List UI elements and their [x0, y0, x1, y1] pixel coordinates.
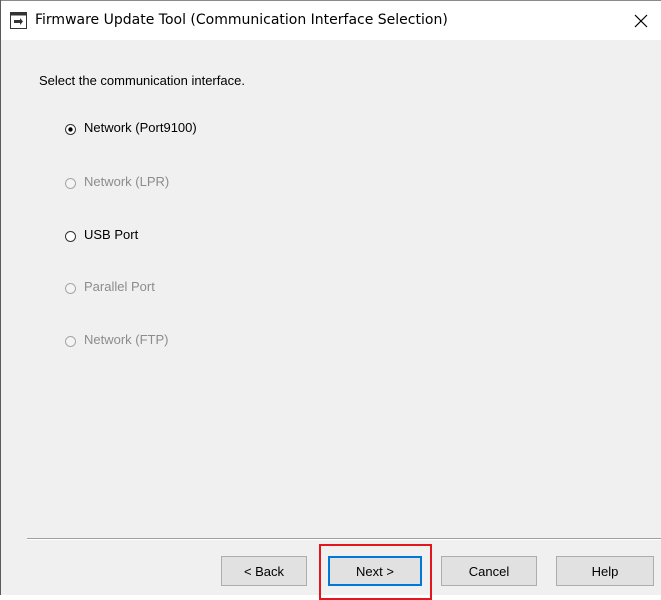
radio-button-icon [65, 176, 76, 189]
title-bar: Firmware Update Tool (Communication Inte… [1, 0, 661, 40]
radio-button-icon [65, 281, 76, 294]
instruction-text: Select the communication interface. [39, 73, 245, 88]
radio-usb-port[interactable]: USB Port [65, 224, 138, 244]
radio-button-icon [65, 229, 76, 242]
footer-separator [27, 538, 661, 540]
app-update-icon [10, 12, 27, 29]
help-button[interactable]: Help [556, 556, 654, 586]
radio-button-icon [65, 122, 76, 135]
radio-label: Network (LPR) [84, 173, 170, 189]
dialog-window: Firmware Update Tool (Communication Inte… [0, 0, 661, 600]
radio-parallel-port[interactable]: Parallel Port [65, 276, 155, 296]
back-button[interactable]: < Back [221, 556, 307, 586]
cancel-button[interactable]: Cancel [441, 556, 537, 586]
close-button[interactable] [621, 1, 661, 40]
radio-network-port9100[interactable]: Network (Port9100) [65, 117, 197, 137]
window-title: Firmware Update Tool (Communication Inte… [35, 12, 448, 28]
radio-button-icon [65, 334, 76, 347]
radio-label: Network (Port9100) [84, 119, 197, 135]
radio-label: USB Port [84, 226, 139, 242]
radio-label: Parallel Port [84, 278, 155, 294]
radio-label: Network (FTP) [84, 331, 169, 347]
close-icon [634, 14, 648, 27]
radio-network-lpr[interactable]: Network (LPR) [65, 171, 169, 191]
radio-network-ftp[interactable]: Network (FTP) [65, 329, 169, 349]
next-button[interactable]: Next > [328, 556, 422, 586]
